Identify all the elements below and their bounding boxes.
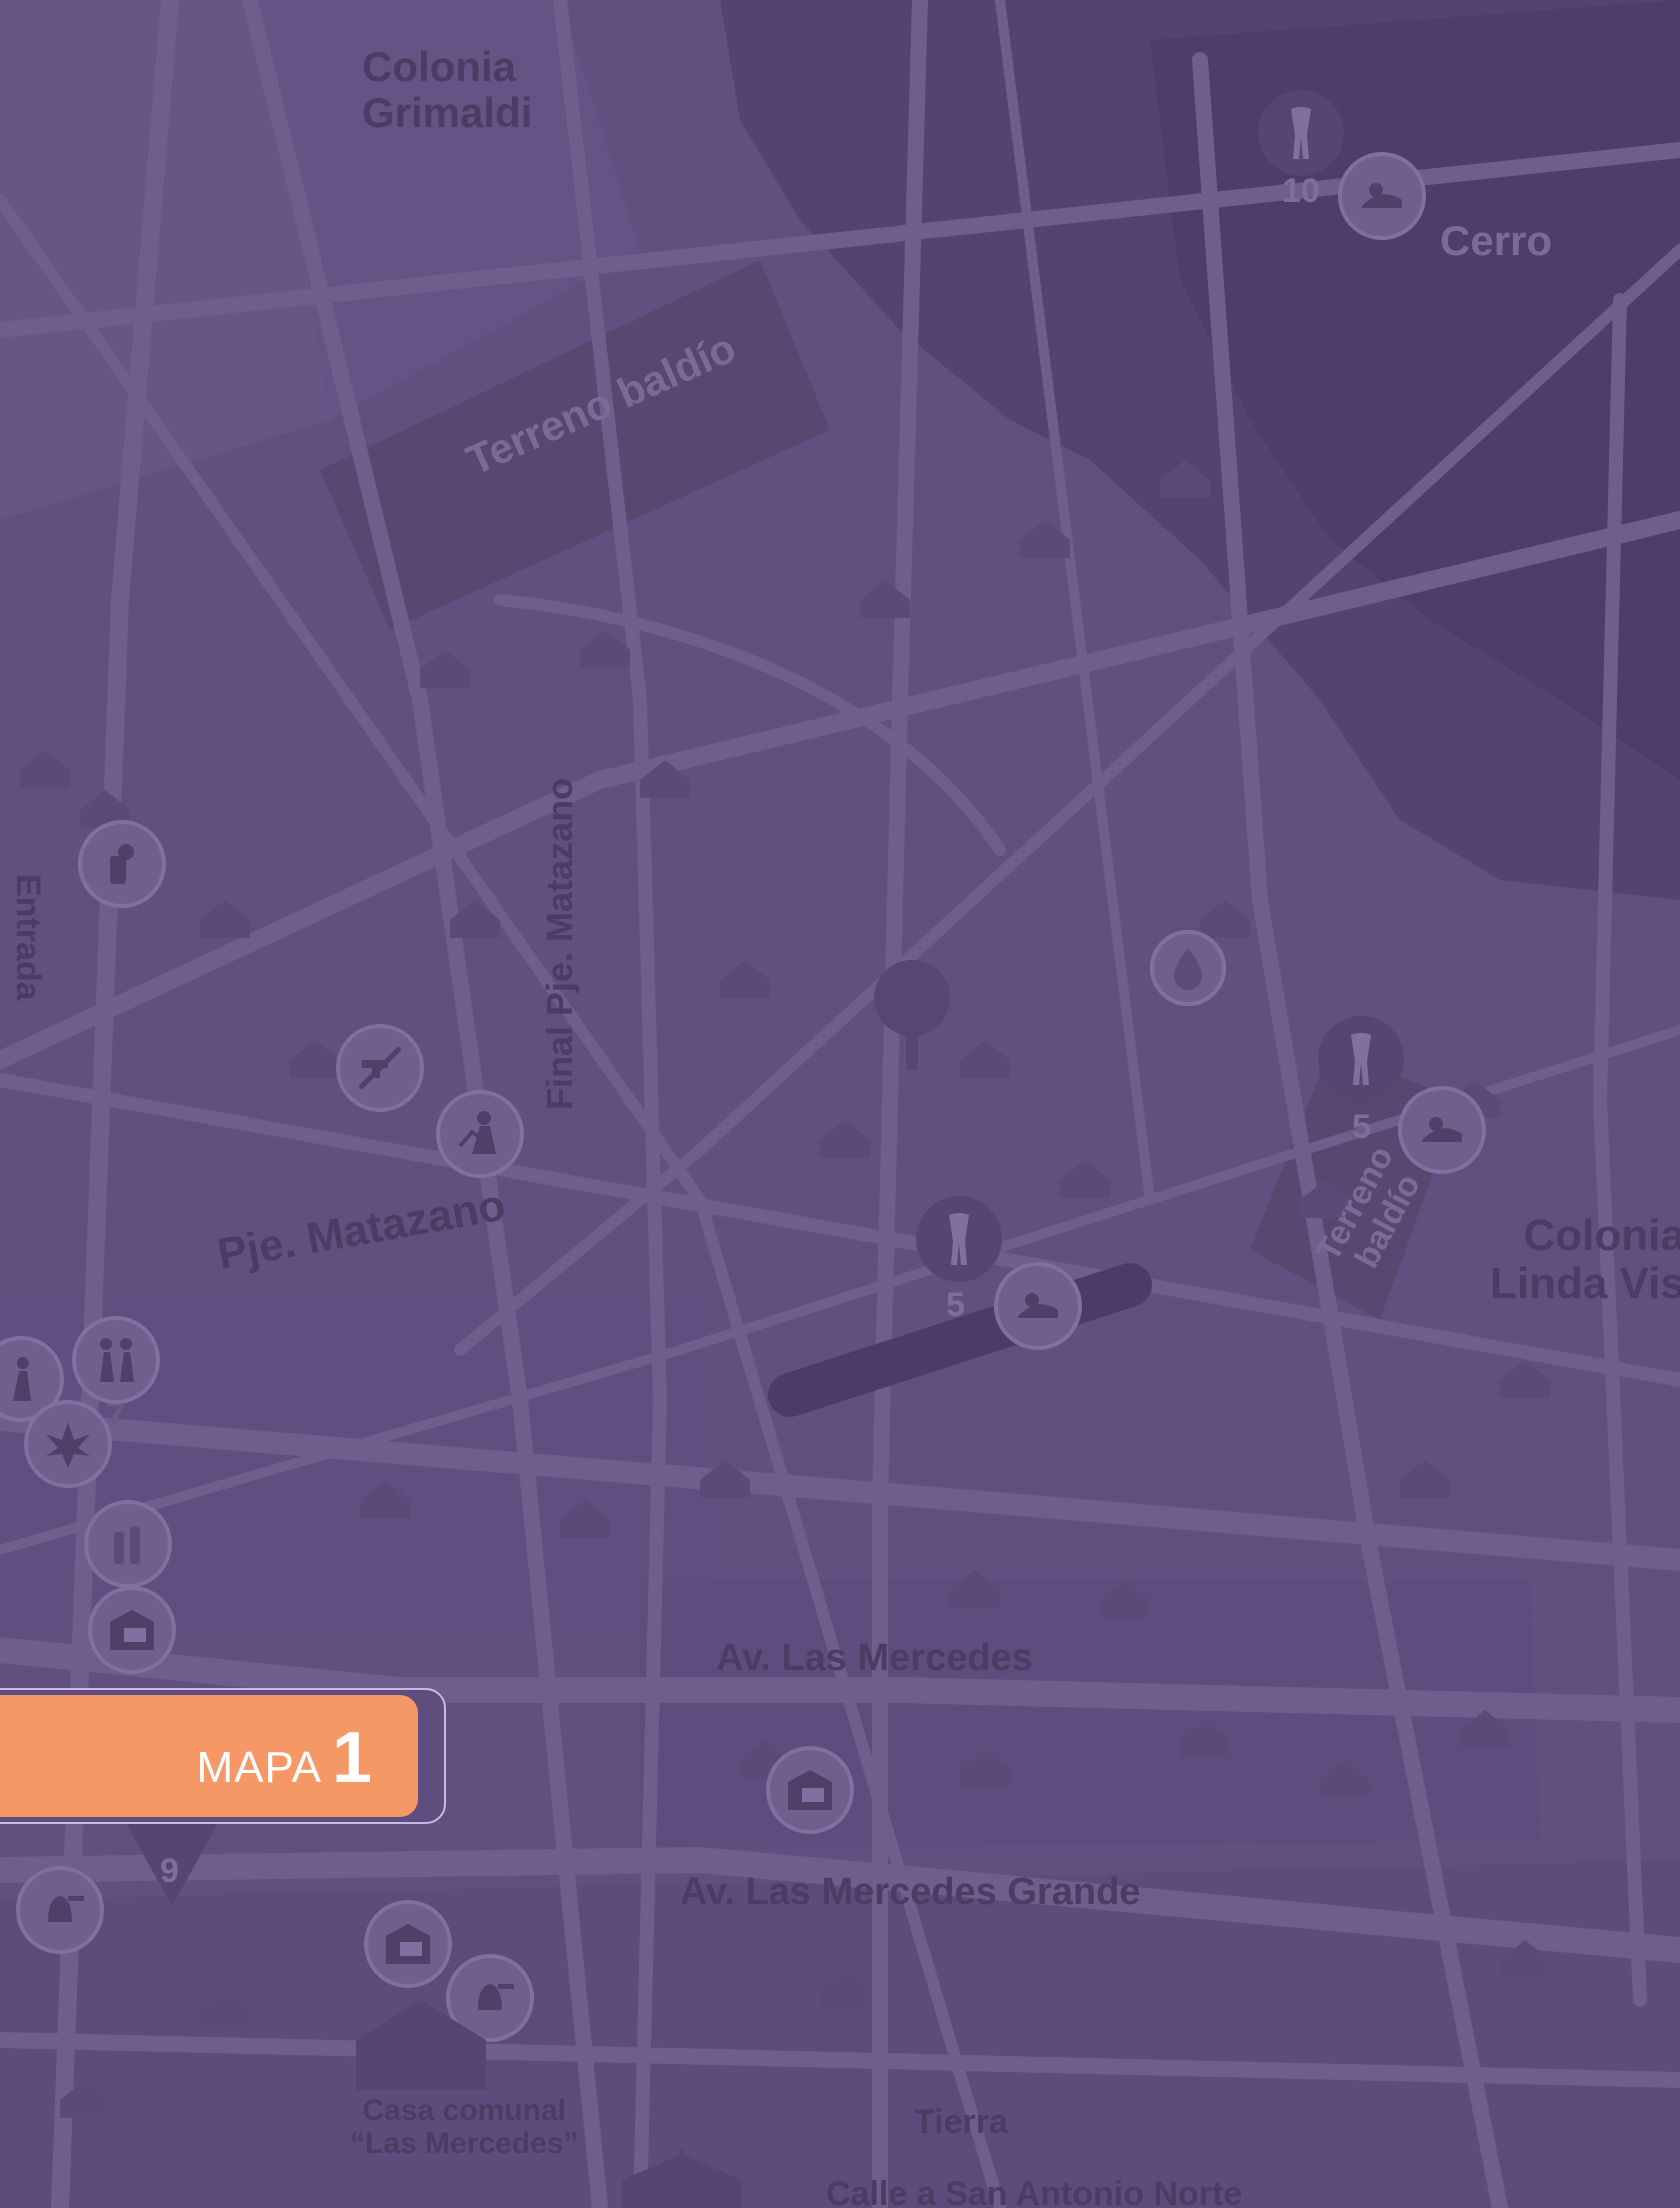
label-cerro: Cerro <box>1440 217 1553 264</box>
shop-icon <box>386 1924 430 1964</box>
sleeping-person-marker-north[interactable] <box>1338 152 1426 240</box>
map-tab-number: 1 <box>331 1718 372 1798</box>
label-av-las-mercedes: Av. Las Mercedes <box>716 1637 1033 1679</box>
figure-pin-5-center[interactable] <box>916 1196 1002 1282</box>
worker-icon <box>458 1111 496 1154</box>
figure-pin-10[interactable] <box>1258 90 1344 176</box>
map-tab-word: MAPA <box>196 1743 322 1792</box>
map-number-tab: MAPA 1 <box>0 1688 446 1824</box>
water-drop-icon <box>1174 948 1202 990</box>
label-casa-comunal: Casa comunal “Las Mercedes” <box>350 2094 579 2160</box>
map-tab-fill: MAPA 1 <box>0 1695 418 1817</box>
figure-pin-5-east[interactable] <box>1318 1016 1404 1102</box>
label-colonia-linda-vista: Colonia Linda Vis <box>1490 1211 1680 1309</box>
sleeping-person-icon <box>1018 1293 1058 1318</box>
key-tag-marker[interactable] <box>78 820 166 908</box>
figure-icon <box>1351 1033 1371 1085</box>
bottles-icon <box>114 1526 140 1564</box>
house-icon <box>356 2000 486 2090</box>
person-icon <box>13 1357 31 1401</box>
sleeping-person-marker-east[interactable] <box>1398 1086 1486 1174</box>
pin-number-10: 10 <box>1282 172 1320 210</box>
bell-marker-west[interactable] <box>16 1866 104 1954</box>
cannabis-marker[interactable] <box>24 1400 112 1488</box>
label-calle-san-antonio: Calle a San Antonio Norte <box>826 2175 1243 2208</box>
pin-number-5-center: 5 <box>946 1286 965 1324</box>
shop-marker-south[interactable] <box>364 1900 452 1988</box>
map-tab-title: MAPA 1 <box>197 1717 372 1799</box>
label-entrada: Entrada <box>9 874 47 1001</box>
figure-icon <box>1291 107 1311 159</box>
pin-number-5-east: 5 <box>1352 1108 1371 1146</box>
sleeping-person-marker-center[interactable] <box>994 1262 1082 1350</box>
people-walking-icon <box>100 1338 134 1382</box>
water-drop-marker[interactable] <box>1150 930 1226 1006</box>
map-canvas[interactable]: Colonia Grimaldi Cerro Terreno baldío Te… <box>0 0 1680 2208</box>
tree-icon <box>874 960 950 1070</box>
shop-icon <box>110 1610 154 1650</box>
pin-number-9: 9 <box>160 1852 179 1890</box>
shop-marker-west[interactable] <box>88 1586 176 1674</box>
school-icon <box>622 2150 742 2208</box>
label-final-pje-matazano: Final Pje. Matazano <box>539 777 580 1110</box>
people-walking-marker[interactable] <box>72 1316 160 1404</box>
bottles-marker[interactable] <box>84 1500 172 1588</box>
bell-icon <box>48 1896 84 1922</box>
key-tag-icon <box>110 844 134 884</box>
shop-marker-center[interactable] <box>766 1746 854 1834</box>
label-colonia-grimaldi: Colonia Grimaldi <box>362 43 533 137</box>
shop-icon <box>788 1770 832 1810</box>
sleeping-person-icon <box>1422 1117 1462 1142</box>
label-av-las-mercedes-grande: Av. Las Mercedes Grande <box>680 1871 1141 1913</box>
no-water-tap-marker[interactable] <box>336 1024 424 1112</box>
label-tierra: Tierra <box>914 2103 1008 2141</box>
sleeping-person-icon <box>1362 183 1402 208</box>
no-water-tap-icon <box>358 1046 402 1090</box>
cannabis-icon <box>46 1422 90 1468</box>
figure-icon <box>949 1213 969 1265</box>
worker-marker[interactable] <box>436 1090 524 1178</box>
